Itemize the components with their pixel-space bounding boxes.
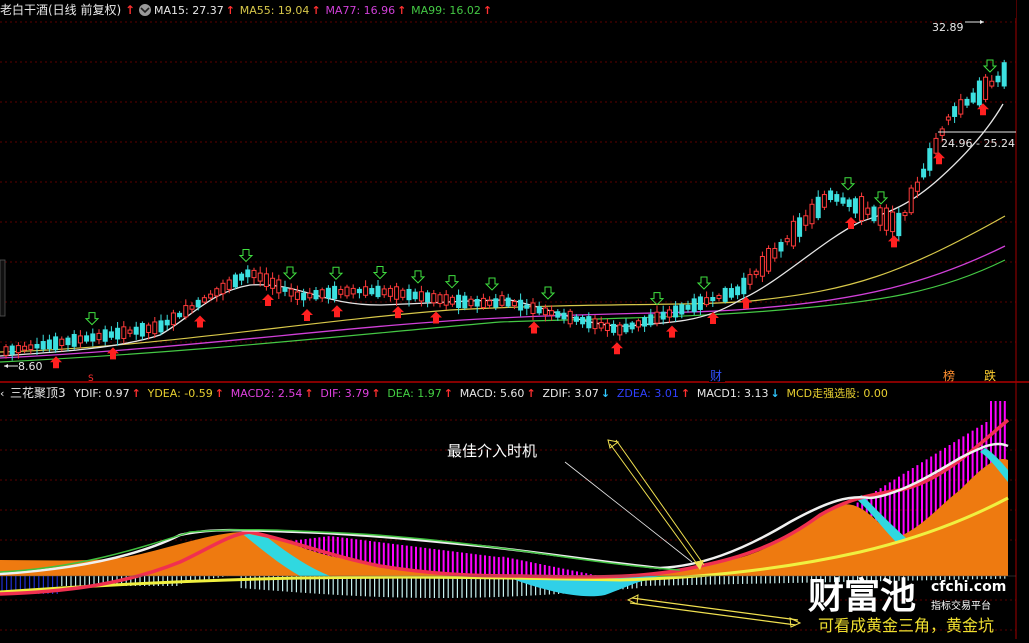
ma-up-arrow-icon: ↑ — [226, 4, 235, 17]
legend-arrow-icon: ↑ — [681, 387, 690, 400]
scroll-handle[interactable] — [0, 259, 6, 317]
marker-bang[interactable]: 榜 — [943, 368, 955, 383]
ma-up-arrow-icon: ↑ — [311, 4, 320, 17]
dropdown-chevron-icon[interactable] — [139, 4, 151, 16]
watermark-domain: cfchi.com — [931, 579, 1006, 595]
chevron-left-icon[interactable]: ‹ — [0, 387, 4, 400]
svg-text:财: 财 — [710, 369, 722, 383]
legend-item: ZDIF: 3.07 — [542, 387, 598, 400]
legend-item: DEA: 1.97 — [387, 387, 441, 400]
range-price-label: 24.96 - 25.24 — [941, 137, 1015, 150]
legend-arrow-icon: ↓ — [601, 387, 610, 400]
high-price-label: 32.89 — [932, 21, 964, 34]
indicator-header: ‹ 三花聚顶3 YDIF: 0.97 ↑ YDEA: -0.59 ↑ MACD2: 2.… — [0, 385, 888, 400]
legend-item: YDEA: -0.59 — [147, 387, 213, 400]
watermark-brand: 财富池 — [808, 575, 916, 617]
legend-item: MACD2: 2.54 — [231, 387, 303, 400]
marker-cai[interactable]: 财 — [709, 368, 725, 383]
golden-pit-label: 可看成黄金三角，黄金坑 — [818, 616, 994, 635]
legend-arrow-icon: ↑ — [215, 387, 224, 400]
legend-arrow-icon: ↑ — [526, 387, 535, 400]
ma-up-arrow-icon: ↑ — [397, 4, 406, 17]
marker-s: S — [88, 374, 94, 384]
legend-arrow-icon: ↑ — [371, 387, 380, 400]
ma-legend-item: MA77: 16.96 — [325, 4, 395, 17]
indicator-name: 三花聚顶3 — [10, 385, 66, 400]
indicator-legend: YDIF: 0.97 ↑ YDEA: -0.59 ↑ MACD2: 2.54 ↑ DIF: … — [73, 387, 888, 400]
legend-item: ZDEA: 3.01 — [617, 387, 679, 400]
legend-arrow-icon: ↑ — [304, 387, 313, 400]
title-up-arrow-icon[interactable]: ↑ — [125, 3, 135, 17]
legend-item: MCD走强选股: 0.00 — [787, 387, 888, 400]
stock-chart-window: 32.89 24.96 - 25.24 8.60 S 财 榜 跌 最佳介入时机 … — [0, 0, 1029, 639]
ma-legend-item: MA55: 19.04 — [240, 4, 310, 17]
chart-canvas[interactable]: 32.89 24.96 - 25.24 8.60 S 财 榜 跌 最佳介入时机 … — [0, 0, 1029, 639]
marker-die[interactable]: 跌 — [984, 368, 996, 383]
best-entry-label: 最佳介入时机 — [447, 442, 537, 460]
legend-arrow-icon: ↓ — [771, 387, 780, 400]
legend-arrow-icon: ↑ — [132, 387, 141, 400]
legend-item: DIF: 3.79 — [320, 387, 369, 400]
legend-item: MACD: 5.60 — [460, 387, 525, 400]
watermark-subtitle: 指标交易平台 — [931, 599, 991, 612]
legend-item: MACD1: 3.13 — [697, 387, 769, 400]
svg-text:跌: 跌 — [984, 368, 996, 383]
low-price-label: 8.60 — [18, 360, 43, 373]
svg-text:榜: 榜 — [943, 368, 955, 383]
stock-title: 老白干酒(日线 前复权) — [0, 2, 121, 17]
ma-legend-item: MA15: 27.37 — [154, 4, 224, 17]
legend-item: YDIF: 0.97 — [73, 387, 130, 400]
ma-legend-item: MA99: 16.02 — [411, 4, 481, 17]
ma-up-arrow-icon: ↑ — [483, 4, 492, 17]
legend-arrow-icon: ↑ — [444, 387, 453, 400]
price-header: 老白干酒(日线 前复权) ↑ MA15: 27.37 ↑ MA55: 19.04 ↑ M… — [0, 0, 1016, 18]
